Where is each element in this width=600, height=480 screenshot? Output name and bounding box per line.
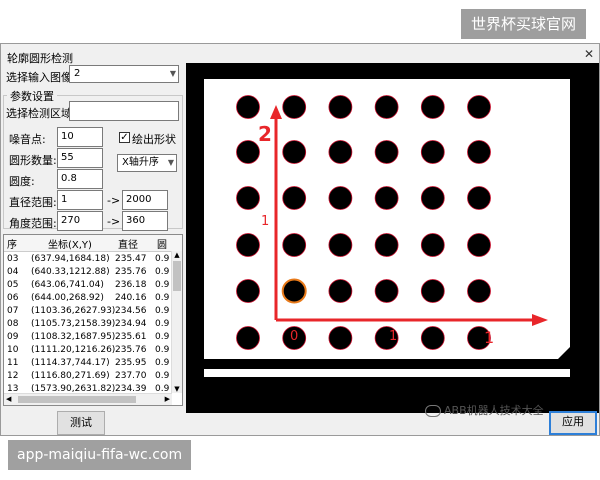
roundness-label: 圆度: (9, 175, 35, 188)
region-label: 选择检测区域: (6, 107, 76, 120)
diameter-min-input[interactable]: 1 (57, 190, 103, 210)
table-horizontal-scrollbar[interactable]: ◀ ▶ (4, 393, 172, 405)
apply-button[interactable]: 应用 (549, 411, 597, 435)
col-header-diameter: 直径 (118, 240, 138, 251)
dialog-window: 轮廓圆形检测 ✕ 选择输入图像: 2 ▼ 参数设置 选择检测区域: 噪音点: 1… (0, 43, 600, 436)
detected-circle (420, 279, 445, 303)
params-group-title: 参数设置 (7, 88, 57, 104)
wechat-icon (425, 405, 441, 417)
watermark-bottom: app-maiqiu-fifa-wc.com (8, 440, 192, 470)
detected-circle (467, 233, 491, 257)
label-1-horizontal-end: 1 (484, 328, 494, 347)
input-image-label: 选择输入图像: (6, 71, 76, 84)
detected-circle (282, 186, 307, 210)
detected-circle (420, 95, 445, 119)
detected-circle (374, 233, 399, 257)
detected-circle (236, 233, 260, 257)
wechat-text: ABB机器人技术大全 (444, 404, 544, 417)
angle-min-input[interactable]: 270 (57, 211, 103, 231)
calibration-board (204, 79, 570, 359)
detected-circle (374, 186, 399, 210)
detected-circle (467, 95, 491, 119)
detected-circle (467, 186, 491, 210)
col-header-index: 序 (7, 240, 17, 251)
label-1-vertical: 1 (261, 214, 269, 229)
detected-circle (420, 233, 445, 257)
draw-shape-checkbox[interactable]: ✓ (119, 132, 130, 143)
detected-circle (236, 95, 260, 119)
noise-input[interactable]: 10 (57, 127, 103, 147)
close-icon[interactable]: ✕ (582, 47, 596, 61)
test-button[interactable]: 测试 (57, 411, 105, 435)
watermark-top: 世界杯买球官网 (461, 9, 587, 39)
diameter-max-input[interactable]: 2000 (122, 190, 168, 210)
detected-circle (236, 326, 260, 350)
label-0: 0 (290, 329, 298, 344)
label-1-horizontal: 1 (389, 329, 397, 344)
sort-value: X轴升序 (122, 157, 159, 168)
window-title: 轮廓圆形检测 (7, 52, 73, 65)
detected-circle (282, 233, 307, 257)
diameter-label: 直径范围: (9, 196, 57, 209)
detected-circle (328, 326, 353, 350)
noise-label: 噪音点: (9, 133, 46, 146)
chevron-down-icon: ▼ (169, 69, 176, 78)
detected-circle (328, 140, 353, 164)
results-table[interactable]: 序 坐标(X,Y) 直径 圆 03 (637.94,1684.18) 235.47 0… (3, 234, 183, 406)
scroll-thumb[interactable] (18, 396, 136, 403)
label-2: 2 (258, 122, 272, 146)
detected-circle (374, 279, 399, 303)
sort-select[interactable]: X轴升序 ▼ (117, 154, 177, 172)
detected-circle (236, 140, 260, 164)
table-vertical-scrollbar[interactable]: ▲ ▼ (171, 251, 182, 393)
draw-shape-label[interactable]: 绘出形状 (132, 131, 176, 147)
detected-circle (328, 186, 353, 210)
col-header-coord: 坐标(X,Y) (48, 240, 92, 251)
roundness-input[interactable]: 0.8 (57, 169, 103, 189)
scroll-thumb[interactable] (173, 261, 181, 291)
col-header-roundness: 圆 (157, 240, 167, 251)
image-canvas: 2 1 1 1 0 (204, 79, 570, 377)
scroll-right-icon[interactable]: ▶ (165, 395, 170, 403)
angle-max-input[interactable]: 360 (122, 211, 168, 231)
region-input[interactable] (69, 101, 179, 121)
detected-circle (282, 140, 307, 164)
detected-circle (328, 279, 353, 303)
angle-range-sep: -> (107, 215, 121, 228)
detected-circle (467, 140, 491, 164)
bottom-strip (204, 369, 570, 377)
count-label: 圆形数量: (9, 154, 57, 167)
detected-circle (420, 186, 445, 210)
detected-circle (282, 95, 307, 119)
detected-circle (374, 95, 399, 119)
image-preview[interactable]: 2 1 1 1 0 (186, 63, 599, 413)
detected-circle (420, 140, 445, 164)
scroll-left-icon[interactable]: ◀ (6, 395, 11, 403)
table-header: 序 坐标(X,Y) 直径 圆 (4, 235, 182, 252)
wechat-watermark: ABB机器人技术大全 (425, 402, 544, 418)
diameter-range-sep: -> (107, 194, 121, 207)
chevron-down-icon: ▼ (167, 158, 174, 167)
detected-circle (236, 279, 260, 303)
detected-circle (374, 140, 399, 164)
angle-label: 角度范围: (9, 217, 57, 230)
scroll-up-icon[interactable]: ▲ (172, 251, 182, 259)
detected-circle (328, 233, 353, 257)
input-image-select[interactable]: 2 ▼ (69, 65, 179, 83)
detected-circle (467, 279, 491, 303)
detected-circle (236, 186, 260, 210)
detected-circle (328, 95, 353, 119)
count-input[interactable]: 55 (57, 148, 103, 168)
input-image-value: 2 (74, 68, 81, 79)
scroll-down-icon[interactable]: ▼ (172, 385, 182, 393)
origin-circle (281, 278, 307, 304)
detected-circle (420, 326, 445, 350)
